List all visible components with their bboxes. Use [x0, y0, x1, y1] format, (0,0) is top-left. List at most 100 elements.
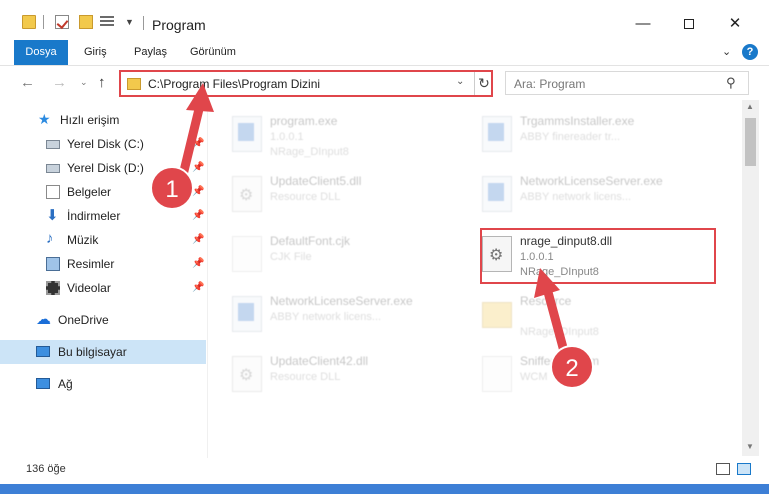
file-description: Resource DLL — [270, 191, 341, 203]
file-item[interactable]: DefaultFont.cjk CJK File — [212, 224, 462, 284]
sidebar-item-label: Videolar — [67, 281, 111, 295]
quick-access-separator — [43, 15, 44, 29]
file-name: DefaultFont.cjk — [270, 234, 351, 248]
sidebar-item-local-disk-d[interactable]: Yerel Disk (D:) 📌 — [0, 156, 206, 180]
expand-ribbon-chevron-icon[interactable]: ⌄ — [722, 45, 731, 58]
tiles-view-icon[interactable] — [737, 463, 751, 475]
pin-icon[interactable]: 📌 — [192, 234, 204, 245]
sidebar-item-music[interactable]: ♪ Müzik 📌 — [0, 228, 206, 252]
pin-icon[interactable]: 📌 — [192, 138, 204, 149]
address-folder-icon — [127, 78, 141, 90]
file-item[interactable]: NetworkLicenseServer.exe ABBY network li… — [462, 164, 712, 224]
exe-icon — [482, 116, 512, 152]
explorer-window: ▼ Program — ✕ Dosya Giriş Paylaş Görünüm… — [0, 0, 769, 494]
exe-icon — [232, 116, 262, 152]
file-description: ABBY network licens... — [520, 191, 632, 203]
navigation-pane: ★ Hızlı erişim Yerel Disk (C:) 📌 Yerel D… — [0, 100, 208, 458]
file-list: program.exe 1.0.0.1 NRage_DInput8 Trgamm… — [212, 100, 742, 456]
sidebar-item-documents[interactable]: Belgeler 📌 — [0, 180, 206, 204]
file-description: ABBY network licens... — [270, 311, 382, 323]
sidebar-item-this-pc[interactable]: Bu bilgisayar — [0, 340, 206, 364]
sidebar-item-quick-access[interactable]: ★ Hızlı erişim — [0, 108, 206, 132]
file-name: SnifferDS.wcm — [520, 354, 600, 368]
help-icon[interactable]: ? — [742, 44, 758, 60]
sidebar-item-label: Hızlı erişim — [60, 113, 120, 127]
file-item[interactable]: program.exe 1.0.0.1 NRage_DInput8 — [212, 104, 462, 164]
file-description: WCM — [520, 371, 548, 383]
file-item[interactable]: UpdateClient5.dll Resource DLL — [212, 164, 462, 224]
properties-icon[interactable] — [55, 15, 69, 29]
file-name: program.exe — [270, 114, 338, 128]
pin-icon[interactable]: 📌 — [192, 186, 204, 197]
file-item[interactable]: UpdateClient42.dll Resource DLL — [212, 344, 462, 404]
pin-icon[interactable]: 📌 — [192, 210, 204, 221]
star-icon: ★ — [38, 111, 51, 127]
pin-icon[interactable]: 📌 — [192, 282, 204, 293]
tab-file[interactable]: Dosya — [14, 40, 68, 65]
file-icon — [232, 236, 262, 272]
maximize-icon — [684, 19, 694, 30]
sidebar-item-label: İndirmeler — [67, 209, 121, 223]
sidebar-item-network[interactable]: Ağ — [0, 372, 206, 396]
folder-item[interactable]: Resource NRage_DInput8 — [462, 284, 712, 344]
sidebar-item-label: Yerel Disk (D:) — [67, 161, 144, 175]
folder-icon — [482, 302, 512, 328]
address-dropdown-chevron-icon[interactable]: ⌄ — [456, 76, 464, 87]
dll-icon — [232, 176, 262, 212]
title-bar: ▼ Program — ✕ — [0, 0, 769, 40]
address-bar[interactable]: C:\Program Files\Program Dizini ⌄ ↻ — [119, 70, 493, 97]
up-arrow-icon[interactable]: ↑ — [98, 74, 106, 91]
window-title: Program — [152, 17, 206, 33]
tab-share[interactable]: Paylaş — [134, 40, 167, 65]
network-icon — [36, 378, 50, 389]
new-folder-icon[interactable] — [79, 15, 93, 29]
sidebar-item-label: Bu bilgisayar — [58, 345, 127, 359]
close-button[interactable]: ✕ — [712, 8, 758, 40]
scroll-up-icon[interactable]: ▲ — [746, 102, 754, 111]
file-version: 1.0.0.1 — [270, 131, 304, 143]
file-name: Resource — [520, 294, 572, 308]
address-path[interactable]: C:\Program Files\Program Dizini — [148, 77, 320, 91]
recent-locations-chevron-icon[interactable]: ⌄ — [80, 77, 88, 88]
sidebar-item-local-disk-c[interactable]: Yerel Disk (C:) 📌 — [0, 132, 206, 156]
sidebar-item-label: Müzik — [67, 233, 99, 247]
file-item[interactable]: NetworkLicenseServer.exe ABBY network li… — [212, 284, 462, 344]
scroll-down-icon[interactable]: ▼ — [746, 442, 754, 451]
sidebar-item-onedrive[interactable]: ☁ OneDrive — [0, 308, 206, 332]
customize-toolbar-chevron-icon[interactable]: ▼ — [125, 17, 134, 27]
sidebar-item-label: Yerel Disk (C:) — [67, 137, 144, 151]
file-item[interactable]: SnifferDS.wcm WCM — [462, 344, 712, 404]
file-item[interactable]: TrgammsInstaller.exe ABBY finereader tr.… — [462, 104, 712, 164]
search-icon[interactable]: ⚲ — [726, 75, 736, 91]
exe-icon — [232, 296, 262, 332]
maximize-button[interactable] — [666, 8, 712, 40]
forward-arrow-icon[interactable]: → — [52, 74, 67, 91]
highlight-box — [480, 228, 716, 284]
pin-icon[interactable]: 📌 — [192, 162, 204, 173]
file-description: NRage_DInput8 — [270, 146, 349, 158]
details-view-icon[interactable] — [716, 463, 730, 475]
minimize-button[interactable]: — — [620, 8, 666, 40]
vertical-scrollbar[interactable]: ▲ ▼ — [742, 100, 759, 456]
sidebar-item-pictures[interactable]: Resimler 📌 — [0, 252, 206, 276]
view-options-icon[interactable] — [100, 15, 118, 29]
sidebar-item-videos[interactable]: Videolar 📌 — [0, 276, 206, 300]
music-icon: ♪ — [46, 230, 54, 247]
title-separator — [143, 16, 144, 30]
sidebar-item-label: OneDrive — [58, 313, 109, 327]
tab-home[interactable]: Giriş — [84, 40, 107, 65]
scroll-thumb[interactable] — [745, 118, 756, 166]
ribbon: Dosya Giriş Paylaş Görünüm ⌄ ? — [0, 40, 769, 66]
pin-icon[interactable]: 📌 — [192, 258, 204, 269]
drive-icon — [46, 140, 60, 149]
sidebar-item-downloads[interactable]: ⬇ İndirmeler 📌 — [0, 204, 206, 228]
file-description: ABBY finereader tr... — [520, 131, 621, 143]
computer-icon — [36, 346, 50, 357]
search-input[interactable]: Ara: Program ⚲ — [505, 71, 749, 95]
folder-icon[interactable] — [22, 15, 36, 29]
exe-icon — [482, 176, 512, 212]
tab-view[interactable]: Görünüm — [190, 40, 236, 65]
refresh-icon[interactable]: ↻ — [474, 72, 493, 95]
search-placeholder: Ara: Program — [514, 77, 586, 91]
back-arrow-icon[interactable]: ← — [20, 74, 35, 91]
